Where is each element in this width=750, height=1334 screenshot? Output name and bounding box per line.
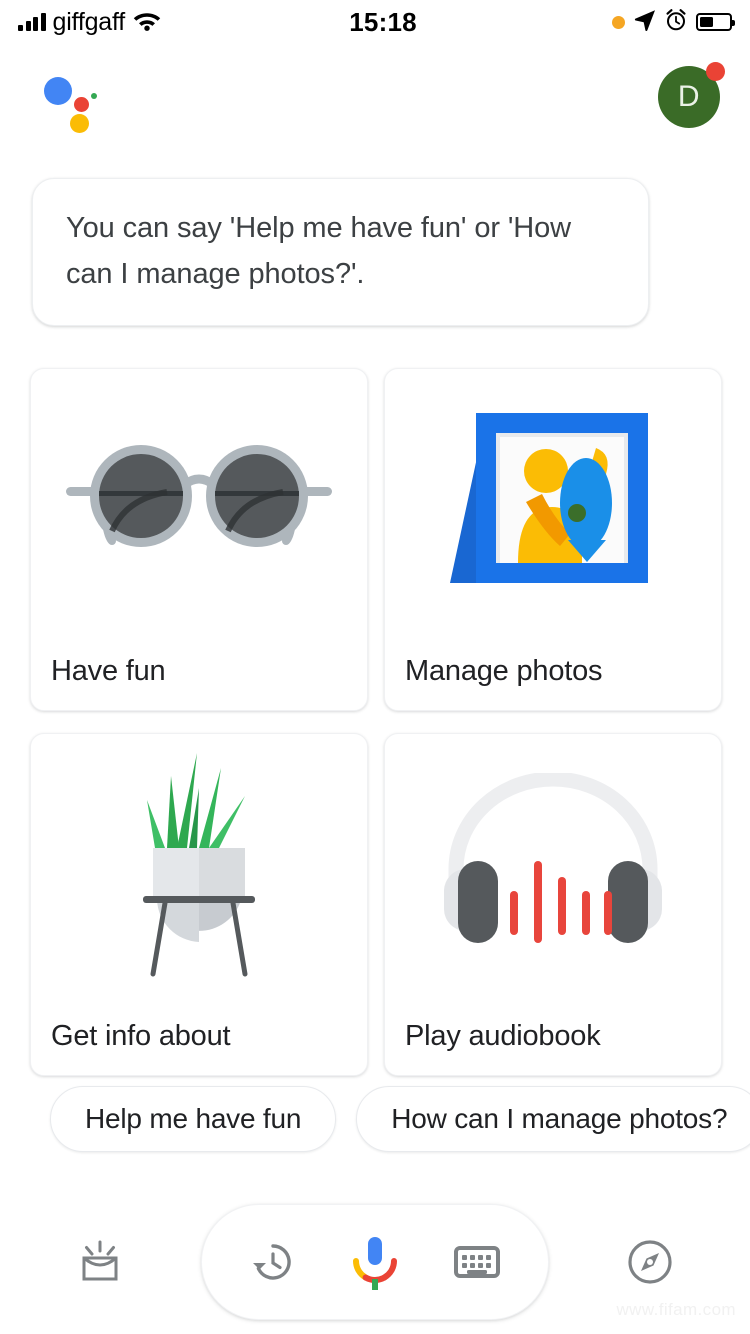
snapshot-inbox-icon: [77, 1239, 123, 1285]
assistant-input-pill: [201, 1204, 549, 1320]
card-have-fun[interactable]: Have fun: [30, 368, 368, 711]
card-label: Manage photos: [405, 655, 603, 687]
avatar[interactable]: D: [658, 61, 725, 128]
card-label: Get info about: [51, 1020, 231, 1052]
suggestion-card-grid: Have fun Manage photos Get info about Pl…: [30, 368, 722, 1076]
orange-recording-dot-icon: [612, 15, 625, 29]
app-header: D: [0, 44, 750, 149]
status-bar-right: [612, 8, 735, 36]
watermark: www.fifam.com: [616, 1300, 736, 1319]
history-clock-icon: [253, 1244, 292, 1280]
assistant-message-bubble: You can say 'Help me have fun' or 'How c…: [32, 178, 649, 326]
chip-how-can-i-manage-photos[interactable]: How can I manage photos?: [356, 1086, 750, 1152]
sunglasses-illustration: [31, 369, 367, 627]
history-button[interactable]: [250, 1239, 296, 1285]
potted-plant-illustration: [31, 734, 367, 992]
google-assistant-logo-icon[interactable]: [44, 69, 106, 133]
wifi-icon: [132, 9, 162, 36]
snapshot-button[interactable]: [0, 1239, 200, 1285]
microphone-button[interactable]: [349, 1232, 401, 1292]
keyboard-button[interactable]: [453, 1244, 500, 1280]
notification-badge: [706, 61, 725, 81]
assistant-message-text: You can say 'Help me have fun' or 'How c…: [66, 212, 572, 290]
alarm-clock-icon: [665, 8, 687, 36]
status-bar-time: 15:18: [349, 6, 417, 37]
explore-button[interactable]: [550, 1238, 750, 1286]
battery-icon: [696, 13, 735, 31]
google-microphone-icon: [352, 1237, 397, 1290]
card-manage-photos[interactable]: Manage photos: [384, 368, 722, 711]
card-label: Have fun: [51, 655, 166, 687]
card-play-audiobook[interactable]: Play audiobook: [384, 733, 722, 1076]
status-bar-left: giffgaff: [18, 8, 162, 37]
explore-compass-icon: [626, 1238, 674, 1286]
status-bar: giffgaff 15:18: [0, 0, 750, 44]
card-get-info-about[interactable]: Get info about: [30, 733, 368, 1076]
keyboard-icon: [453, 1246, 500, 1278]
signal-bars-icon: [18, 13, 46, 31]
headphones-illustration: [385, 734, 721, 992]
card-label: Play audiobook: [405, 1020, 601, 1052]
carrier-label: giffgaff: [52, 7, 126, 36]
status-bar-center: 15:18: [162, 7, 612, 38]
chip-help-me-have-fun[interactable]: Help me have fun: [50, 1086, 337, 1152]
picture-frame-illustration: [385, 369, 721, 627]
suggestion-chips: Help me have fun How can I manage photos…: [50, 1086, 750, 1152]
location-arrow-icon: [634, 9, 656, 36]
